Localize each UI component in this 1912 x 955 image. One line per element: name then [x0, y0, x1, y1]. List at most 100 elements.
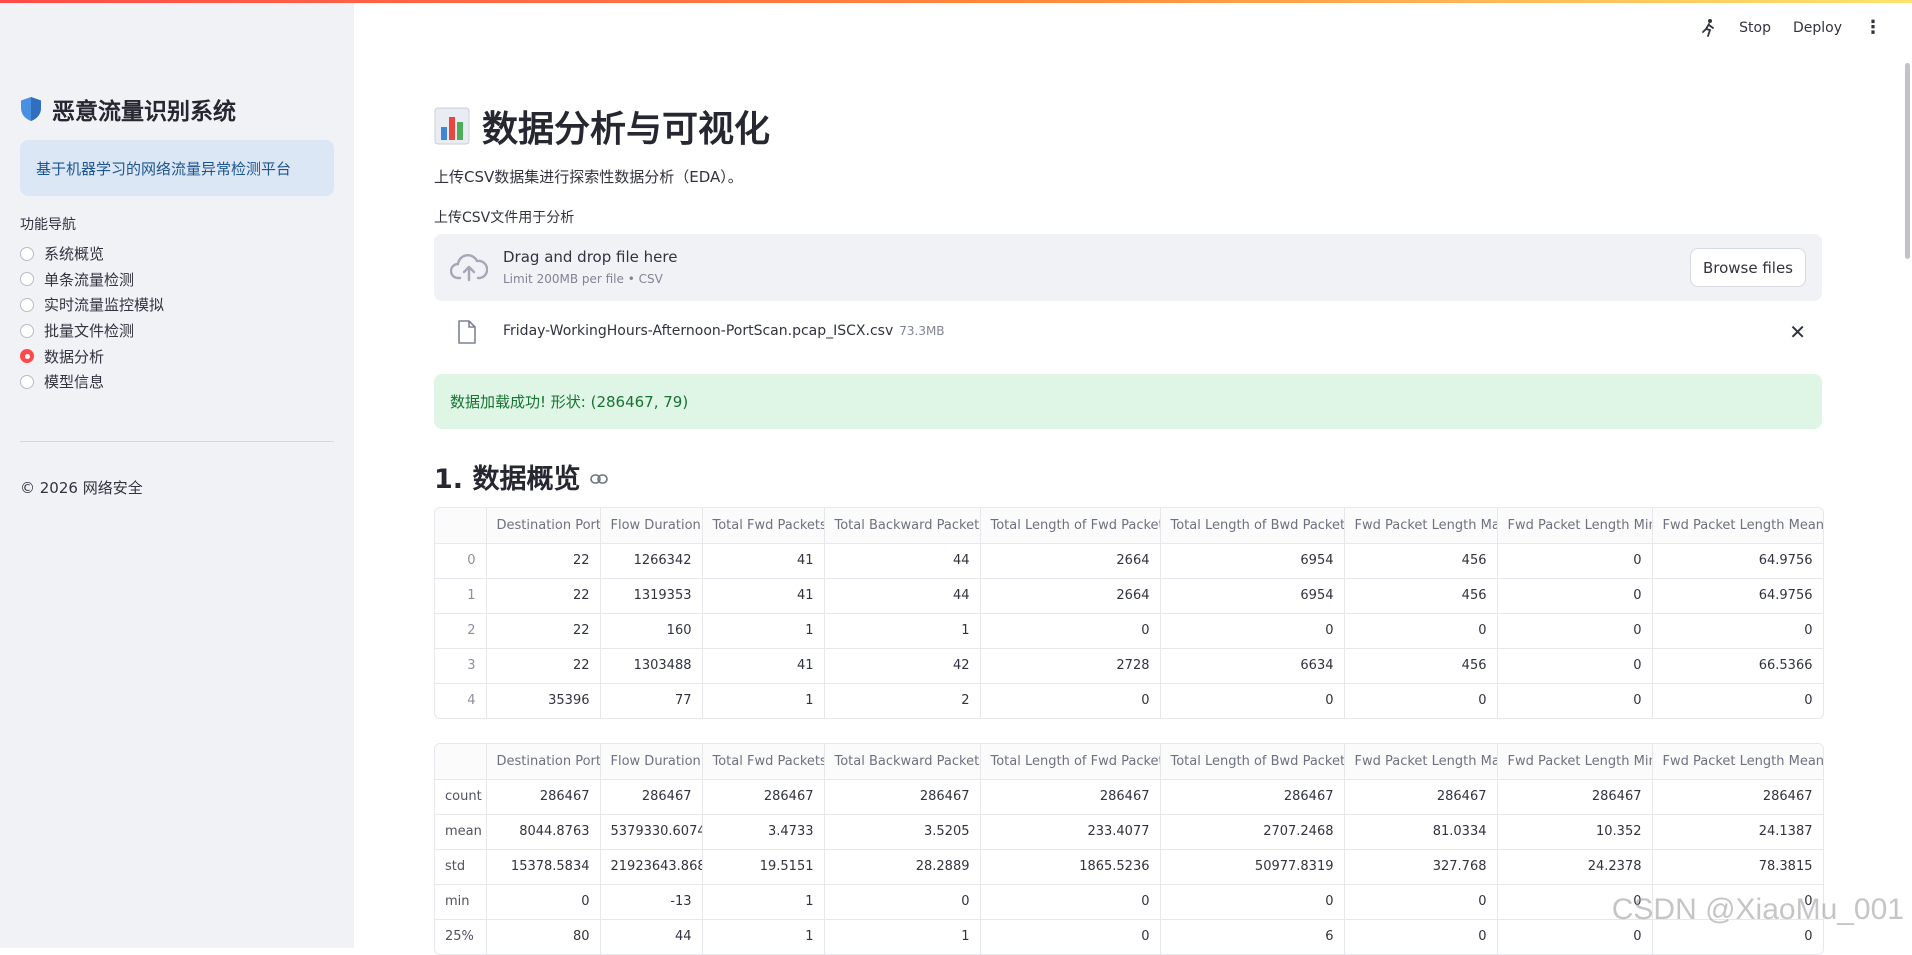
table-cell[interactable]: 24.1387 — [1652, 814, 1823, 850]
table-cell[interactable]: 0 — [980, 683, 1161, 718]
table-cell[interactable]: 0 — [486, 884, 601, 920]
table-cell[interactable]: 1266342 — [600, 543, 703, 579]
table-cell[interactable]: 81.0334 — [1344, 814, 1498, 850]
deploy-button[interactable]: Deploy — [1793, 20, 1842, 36]
table-cell[interactable]: 0 — [1160, 613, 1345, 649]
column-header[interactable]: Flow Duration — [600, 744, 703, 780]
column-header[interactable]: Fwd Packet Length Min — [1497, 744, 1653, 780]
table-cell[interactable]: 0 — [980, 919, 1161, 954]
table-cell[interactable]: 44 — [824, 543, 981, 579]
table-cell[interactable]: -13 — [600, 884, 703, 920]
table-cell[interactable]: 77 — [600, 683, 703, 718]
table-cell[interactable]: 41 — [702, 543, 825, 579]
table-cell[interactable]: 15378.5834 — [486, 849, 601, 885]
nav-item-data-analysis[interactable]: 数据分析 — [20, 343, 164, 369]
table-cell[interactable]: 41 — [702, 648, 825, 684]
table-cell[interactable]: 28.2889 — [824, 849, 981, 885]
table-cell[interactable]: 78.3815 — [1652, 849, 1823, 885]
table-cell[interactable]: 286467 — [600, 779, 703, 815]
table-cell[interactable]: 22 — [486, 613, 601, 649]
column-header[interactable]: Flow Duration — [600, 508, 703, 544]
table-cell[interactable]: 286467 — [980, 779, 1161, 815]
table-cell[interactable]: 3.5205 — [824, 814, 981, 850]
table-cell[interactable]: 41 — [702, 578, 825, 614]
column-header[interactable]: Total Backward Packets — [824, 744, 981, 780]
dataframe-head[interactable]: Destination Port Flow Duration Total Fwd P… — [434, 507, 1824, 719]
table-cell[interactable]: 2 — [824, 683, 981, 718]
table-cell[interactable]: 0 — [1344, 613, 1498, 649]
column-header[interactable]: Fwd Packet Length Max — [1344, 508, 1498, 544]
table-cell[interactable]: 8044.8763 — [486, 814, 601, 850]
table-cell[interactable]: 286467 — [1344, 779, 1498, 815]
table-cell[interactable]: 286467 — [1160, 779, 1345, 815]
table-cell[interactable]: 42 — [824, 648, 981, 684]
table-cell[interactable]: 6954 — [1160, 543, 1345, 579]
nav-item-single-detect[interactable]: 单条流量检测 — [20, 267, 164, 293]
table-cell[interactable]: 2728 — [980, 648, 1161, 684]
table-cell[interactable]: 456 — [1344, 543, 1498, 579]
table-cell[interactable]: 6954 — [1160, 578, 1345, 614]
column-header[interactable]: Fwd Packet Length Mean — [1652, 508, 1823, 544]
table-cell[interactable]: 160 — [600, 613, 703, 649]
column-header[interactable]: Total Length of Fwd Packets — [980, 744, 1161, 780]
nav-item-batch-detect[interactable]: 批量文件检测 — [20, 318, 164, 344]
scrollbar-thumb[interactable] — [1905, 63, 1910, 259]
radio-selected-icon[interactable] — [20, 349, 34, 364]
column-header[interactable]: Fwd Packet Length Max — [1344, 744, 1498, 780]
table-cell[interactable]: 1865.5236 — [980, 849, 1161, 885]
table-cell[interactable]: 66.5366 — [1652, 648, 1823, 684]
table-cell[interactable]: 6634 — [1160, 648, 1345, 684]
column-header[interactable]: Destination Port — [486, 508, 601, 544]
column-header[interactable]: Destination Port — [486, 744, 601, 780]
file-dropzone[interactable]: Drag and drop file here Limit 200MB per … — [434, 234, 1822, 301]
table-cell[interactable]: 2707.2468 — [1160, 814, 1345, 850]
table-cell[interactable]: 0 — [980, 613, 1161, 649]
column-header[interactable]: Total Length of Bwd Packets — [1160, 508, 1345, 544]
table-cell[interactable]: 1 — [824, 919, 981, 954]
table-cell[interactable]: 327.768 — [1344, 849, 1498, 885]
page-scrollbar[interactable] — [1903, 50, 1912, 948]
nav-item-realtime-monitor[interactable]: 实时流量监控模拟 — [20, 292, 164, 318]
table-cell[interactable]: 0 — [1497, 578, 1653, 614]
table-cell[interactable]: 10.352 — [1497, 814, 1653, 850]
nav-item-model-info[interactable]: 模型信息 — [20, 369, 164, 395]
table-cell[interactable]: 286467 — [824, 779, 981, 815]
table-cell[interactable]: 0 — [1344, 919, 1498, 954]
table-cell[interactable]: 1 — [824, 613, 981, 649]
table-cell[interactable]: 0 — [980, 884, 1161, 920]
table-cell[interactable]: 80 — [486, 919, 601, 954]
table-cell[interactable]: 286467 — [702, 779, 825, 815]
radio-icon[interactable] — [20, 374, 34, 389]
column-header[interactable]: Total Fwd Packets — [702, 508, 825, 544]
table-cell[interactable]: 5379330.6074 — [600, 814, 703, 850]
table-cell[interactable]: 1303488 — [600, 648, 703, 684]
table-cell[interactable]: 1319353 — [600, 578, 703, 614]
table-cell[interactable]: 456 — [1344, 648, 1498, 684]
radio-icon[interactable] — [20, 297, 34, 312]
table-cell[interactable]: 0 — [1652, 683, 1823, 718]
stop-button[interactable]: Stop — [1739, 20, 1771, 36]
table-cell[interactable]: 0 — [824, 884, 981, 920]
table-cell[interactable]: 0 — [1344, 683, 1498, 718]
table-cell[interactable]: 24.2378 — [1497, 849, 1653, 885]
table-cell[interactable]: 1 — [702, 613, 825, 649]
table-cell[interactable]: 0 — [1160, 884, 1345, 920]
table-cell[interactable]: 456 — [1344, 578, 1498, 614]
table-cell[interactable]: 286467 — [1652, 779, 1823, 815]
remove-file-close-icon[interactable]: ✕ — [1789, 320, 1806, 344]
table-cell[interactable]: 21923643.8685 — [600, 849, 703, 885]
table-cell[interactable]: 233.4077 — [980, 814, 1161, 850]
table-cell[interactable]: 22 — [486, 648, 601, 684]
radio-icon[interactable] — [20, 323, 34, 338]
radio-icon[interactable] — [20, 272, 34, 287]
table-cell[interactable]: 6 — [1160, 919, 1345, 954]
table-cell[interactable]: 0 — [1497, 543, 1653, 579]
main-menu-icon[interactable]: ⋮ — [1864, 19, 1882, 37]
table-cell[interactable]: 0 — [1652, 613, 1823, 649]
browse-files-button[interactable]: Browse files — [1689, 248, 1806, 287]
anchor-link-icon[interactable] — [590, 473, 609, 485]
column-header[interactable]: Total Length of Fwd Packets — [980, 508, 1161, 544]
table-cell[interactable]: 1 — [702, 919, 825, 954]
column-header[interactable]: Fwd Packet Length Min — [1497, 508, 1653, 544]
table-cell[interactable]: 35396 — [486, 683, 601, 718]
